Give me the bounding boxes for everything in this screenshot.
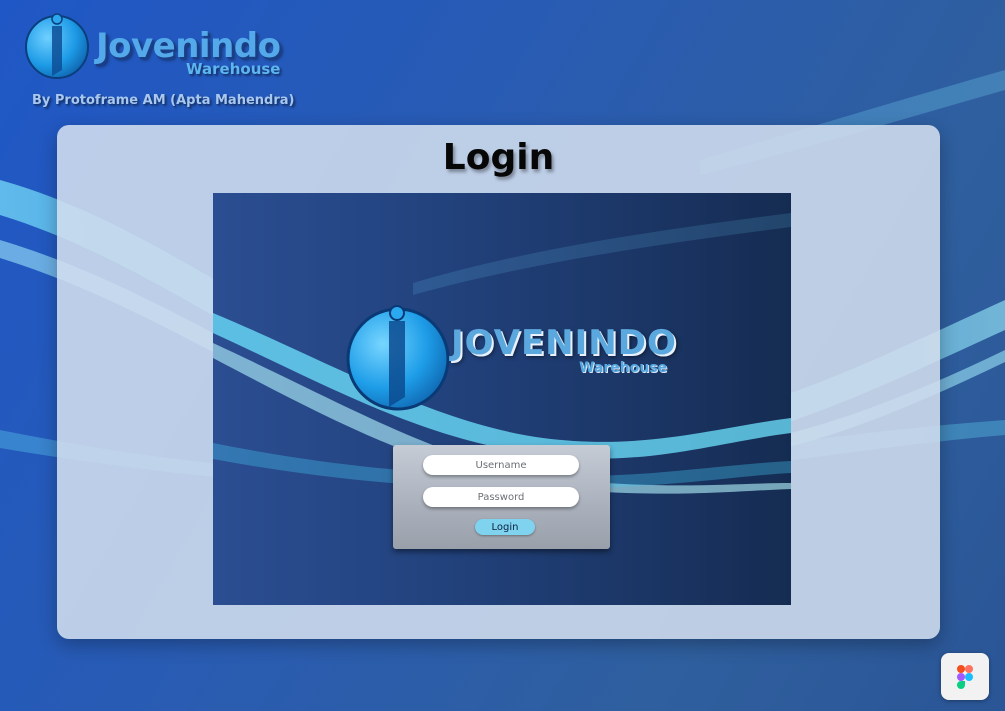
author-credit: By Protoframe AM (Apta Mahendra)	[32, 93, 295, 108]
preview-brand-subtitle: Warehouse	[579, 360, 668, 376]
login-form: Login	[393, 445, 610, 549]
preview-logo-icon	[346, 305, 450, 411]
brand-header: Jovenindo Warehouse	[24, 12, 324, 84]
figma-button[interactable]	[941, 653, 989, 700]
username-input[interactable]	[423, 455, 579, 475]
login-screen-preview: JOVENINDO Warehouse Login	[213, 193, 791, 605]
jovenindo-logo-icon	[25, 13, 89, 79]
page-title: Login	[442, 137, 555, 178]
login-panel: Login JOVENINDO Warehouse L	[57, 125, 940, 639]
password-input[interactable]	[423, 487, 579, 507]
figma-icon	[957, 665, 973, 689]
preview-brand-title: JOVENINDO	[451, 323, 677, 363]
login-button[interactable]: Login	[475, 519, 535, 535]
brand-subtitle: Warehouse	[186, 60, 281, 78]
